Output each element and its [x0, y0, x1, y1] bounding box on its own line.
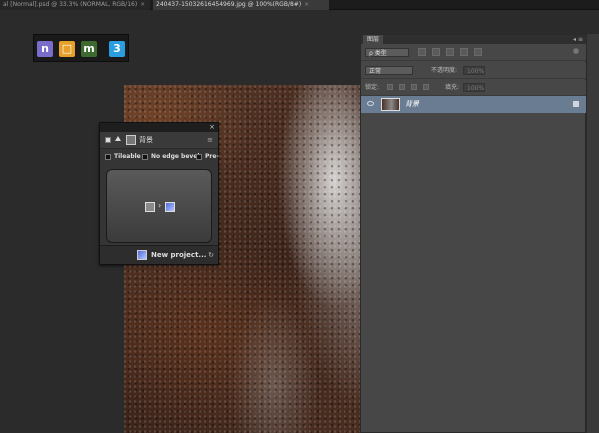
tab-label: 240437-15032616454969.jpg @ 100%(RGB/8#) — [156, 1, 302, 8]
lock-transparent-icon[interactable] — [387, 84, 393, 90]
lock-label: 锁定: — [365, 84, 380, 91]
smart-object-filter-icon[interactable] — [474, 48, 482, 56]
triangle-up-icon[interactable] — [115, 136, 121, 141]
close-icon[interactable]: × — [140, 1, 145, 8]
filter-kind-dropdown[interactable]: ρ 类型 — [365, 48, 409, 57]
tileable-label: Tileable — [114, 153, 141, 160]
plugin-toolbox: n □ m 3 — [33, 34, 129, 62]
type-filter-icon[interactable] — [446, 48, 454, 56]
stop-icon[interactable] — [105, 137, 111, 143]
plugin-options-row: Tileable No edge bevel Pre- — [100, 150, 219, 164]
close-icon[interactable]: × — [209, 123, 215, 132]
image-filter-icon[interactable] — [418, 48, 426, 56]
layers-panel-header: 图层 ◂ ≡ — [361, 35, 587, 44]
photoshop-window: al [Normal].psd @ 33.3% (NORMAL, RGB/16)… — [0, 0, 599, 433]
material-icon — [165, 202, 175, 212]
lock-icon — [573, 101, 579, 107]
document-tab-psd[interactable]: al [Normal].psd @ 33.3% (NORMAL, RGB/16)… — [0, 0, 150, 10]
new-project-button[interactable]: New project... — [151, 246, 206, 265]
close-icon[interactable]: × — [304, 1, 309, 8]
plugin-header-row: 背景 ≡ — [100, 132, 218, 149]
plugin-menu-icon[interactable]: ≡ — [207, 132, 213, 149]
fill-label: 填充: — [445, 84, 460, 91]
blend-row: 正常 不透明度: 100% — [361, 62, 587, 79]
eye-icon[interactable] — [367, 101, 374, 106]
blend-mode-dropdown[interactable]: 正常 — [365, 66, 413, 75]
pre-checkbox[interactable] — [196, 154, 202, 160]
layer-name: 背景 — [405, 100, 419, 108]
layer-row-background[interactable]: 背景 — [361, 96, 587, 113]
layers-panel: 图层 ◂ ≡ ρ 类型 正常 不透明度: 100% 锁定: 填充: 100% 背… — [360, 34, 587, 433]
m-icon[interactable]: m — [81, 41, 97, 57]
panel-menu-icon[interactable]: ◂ ≡ — [573, 35, 583, 44]
lock-all-icon[interactable] — [423, 84, 429, 90]
shape-filter-icon[interactable] — [460, 48, 468, 56]
opacity-label: 不透明度: — [431, 67, 458, 74]
no-edge-bevel-label: No edge bevel — [151, 153, 200, 160]
three-icon[interactable]: 3 — [109, 41, 125, 57]
filter-toggle-icon[interactable] — [573, 48, 579, 54]
no-edge-bevel-checkbox[interactable] — [142, 154, 148, 160]
tab-layers[interactable]: 图层 — [363, 35, 384, 44]
new-project-icon — [137, 250, 147, 260]
tab-label: al [Normal].psd @ 33.3% (NORMAL, RGB/16) — [3, 1, 138, 8]
square-icon[interactable]: □ — [59, 41, 75, 57]
layer-thumbnail — [381, 98, 400, 111]
opacity-field[interactable]: 100% — [463, 66, 485, 75]
plugin-titlebar[interactable]: × — [100, 123, 218, 132]
plugin-title: 背景 — [139, 136, 153, 144]
adjustment-filter-icon[interactable] — [432, 48, 440, 56]
lock-position-icon[interactable] — [411, 84, 417, 90]
lock-image-icon[interactable] — [399, 84, 405, 90]
texture-icon — [145, 202, 155, 212]
plugin-drop-area[interactable]: › — [106, 169, 212, 243]
plugin-panel: × 背景 ≡ Tileable No edge bevel Pre- › New… — [99, 122, 219, 265]
lock-row: 锁定: 填充: 100% — [361, 80, 587, 96]
panel-scrollbar[interactable] — [586, 34, 599, 433]
tileable-checkbox[interactable] — [105, 154, 111, 160]
texture-thumbnail-icon — [126, 135, 136, 145]
refresh-icon[interactable]: ↻ — [208, 246, 214, 265]
n-icon[interactable]: n — [37, 41, 53, 57]
pre-label: Pre- — [205, 153, 219, 160]
layer-filter-row: ρ 类型 — [361, 44, 587, 61]
document-tab-jpg[interactable]: 240437-15032616454969.jpg @ 100%(RGB/8#)… — [153, 0, 329, 10]
plugin-footer: New project... ↻ — [100, 245, 218, 264]
document-tab-bar: al [Normal].psd @ 33.3% (NORMAL, RGB/16)… — [0, 0, 599, 10]
fill-field[interactable]: 100% — [463, 83, 485, 92]
arrow-right-icon: › — [158, 201, 162, 210]
